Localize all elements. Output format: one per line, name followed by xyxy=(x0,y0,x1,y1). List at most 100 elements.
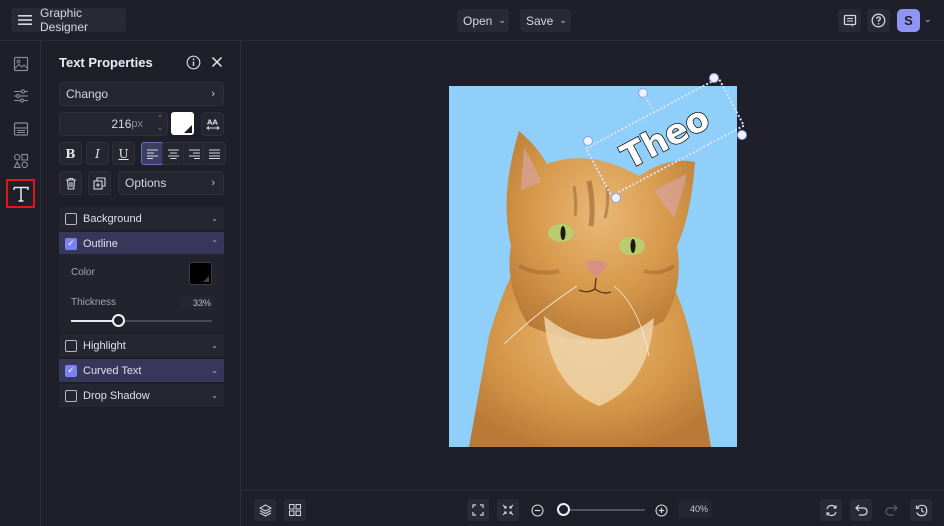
text-object-theo[interactable]: Theo xyxy=(570,65,760,210)
section-highlight[interactable]: Highlight ⌄ xyxy=(59,334,224,357)
font-size-input[interactable]: 216 px ⌃ ⌄ xyxy=(59,112,168,136)
zoom-in-button[interactable] xyxy=(650,499,672,521)
rail-item-elements[interactable] xyxy=(8,148,33,173)
image-icon xyxy=(13,56,29,72)
letter-spacing-button[interactable]: AA xyxy=(201,112,224,136)
redo-icon xyxy=(884,504,898,516)
rail-item-layout[interactable] xyxy=(8,116,33,141)
feedback-button[interactable] xyxy=(838,9,861,32)
thickness-slider-handle[interactable] xyxy=(112,314,125,327)
section-background[interactable]: Background ⌄ xyxy=(59,207,224,230)
chevron-down-icon: ⌄ xyxy=(559,15,567,25)
options-button[interactable]: Options › xyxy=(118,171,224,195)
align-justify-button[interactable] xyxy=(203,142,226,165)
shapes-icon xyxy=(13,153,29,169)
bottom-toolbar: 40% xyxy=(242,490,944,526)
grid-button[interactable] xyxy=(284,499,306,521)
delete-button[interactable] xyxy=(59,171,82,195)
chevron-down-icon[interactable]: ⌄ xyxy=(157,124,163,134)
theo-text[interactable]: Theo xyxy=(614,97,717,178)
zoom-out-button[interactable] xyxy=(526,499,548,521)
open-button[interactable]: Open ⌄ xyxy=(457,9,509,32)
open-label: Open xyxy=(463,13,493,28)
drop-shadow-checkbox[interactable] xyxy=(65,389,77,402)
zoom-out-icon xyxy=(530,503,544,517)
info-icon[interactable] xyxy=(186,55,201,70)
font-family-value: Chango xyxy=(66,87,109,101)
outline-label: Outline xyxy=(83,237,118,250)
underline-icon: U xyxy=(118,146,129,161)
curved-text-checkbox[interactable]: ✓ xyxy=(65,364,77,377)
shrink-button[interactable] xyxy=(497,499,519,521)
align-left-button[interactable] xyxy=(141,142,164,165)
help-icon xyxy=(871,13,886,28)
app-menu-button[interactable]: Graphic Designer xyxy=(11,6,126,34)
bold-icon: B xyxy=(65,146,76,161)
trash-icon xyxy=(65,177,77,190)
section-curved-text[interactable]: ✓ Curved Text ⌄ xyxy=(59,359,224,382)
letter-spacing-icon: AA xyxy=(205,118,220,131)
chevron-down-icon: ⌄ xyxy=(211,341,218,350)
bold-button[interactable]: B xyxy=(59,142,82,165)
zoom-value[interactable]: 40% xyxy=(678,500,712,518)
font-family-select[interactable]: Chango › xyxy=(59,82,224,106)
text-properties-panel: Text Properties Chango › 216 px ⌃ ⌄ AA B… xyxy=(42,41,241,526)
outline-checkbox[interactable]: ✓ xyxy=(65,237,77,250)
history-icon xyxy=(915,504,928,517)
refresh-icon xyxy=(825,504,838,517)
background-checkbox[interactable] xyxy=(65,212,77,225)
align-center-button[interactable] xyxy=(162,142,185,165)
rail-item-adjustments[interactable] xyxy=(8,83,33,108)
panel-title: Text Properties xyxy=(59,55,153,70)
align-justify-icon xyxy=(209,149,220,159)
close-icon[interactable] xyxy=(211,56,223,68)
chevron-down-icon[interactable]: ⌄ xyxy=(924,14,932,25)
italic-button[interactable]: I xyxy=(86,142,109,165)
duplicate-icon xyxy=(93,176,106,190)
zoom-in-icon xyxy=(654,503,668,517)
chevron-down-icon: ⌄ xyxy=(211,391,218,400)
app-title: Graphic Designer xyxy=(40,6,89,34)
comment-icon xyxy=(843,14,857,28)
layout-icon xyxy=(13,121,29,137)
italic-icon: I xyxy=(95,146,100,161)
outline-color-swatch[interactable] xyxy=(189,262,212,285)
thickness-slider[interactable] xyxy=(71,314,212,327)
tool-rail xyxy=(0,41,41,526)
redo-button[interactable] xyxy=(880,499,902,521)
layers-button[interactable] xyxy=(254,499,276,521)
section-outline[interactable]: ✓ Outline ⌃ xyxy=(59,232,224,255)
align-center-icon xyxy=(168,149,179,159)
collapse-icon xyxy=(502,504,514,516)
section-drop-shadow[interactable]: Drop Shadow ⌄ xyxy=(59,384,224,407)
history-button[interactable] xyxy=(910,499,932,521)
font-size-stepper[interactable]: ⌃ ⌄ xyxy=(157,114,163,134)
text-icon xyxy=(12,185,30,203)
fit-screen-button[interactable] xyxy=(467,499,489,521)
underline-button[interactable]: U xyxy=(112,142,135,165)
resize-handle-bottom-left[interactable] xyxy=(611,193,621,203)
curved-text-label: Curved Text xyxy=(83,364,142,377)
duplicate-button[interactable] xyxy=(88,171,111,195)
help-button[interactable] xyxy=(867,9,890,32)
hamburger-icon xyxy=(18,14,32,26)
chevron-right-icon: › xyxy=(211,88,215,100)
chevron-up-icon[interactable]: ⌃ xyxy=(157,114,163,124)
save-button[interactable]: Save ⌄ xyxy=(520,9,571,32)
zoom-slider[interactable] xyxy=(563,509,645,511)
highlight-checkbox[interactable] xyxy=(65,339,77,352)
rotate-handle[interactable] xyxy=(638,88,648,98)
resize-handle-left[interactable] xyxy=(583,136,593,146)
thickness-value[interactable]: 33% xyxy=(181,296,213,310)
user-avatar[interactable]: S xyxy=(897,9,920,32)
rail-item-image[interactable] xyxy=(8,51,33,76)
rail-item-text[interactable] xyxy=(6,179,35,208)
svg-text:AA: AA xyxy=(207,118,218,126)
resize-handle-top-right[interactable] xyxy=(709,73,719,83)
undo-button[interactable] xyxy=(850,499,872,521)
zoom-slider-handle[interactable] xyxy=(557,503,570,516)
text-color-swatch[interactable] xyxy=(171,112,194,135)
chevron-right-icon: › xyxy=(211,177,215,189)
resize-handle-right[interactable] xyxy=(737,130,747,140)
refresh-button[interactable] xyxy=(820,499,842,521)
